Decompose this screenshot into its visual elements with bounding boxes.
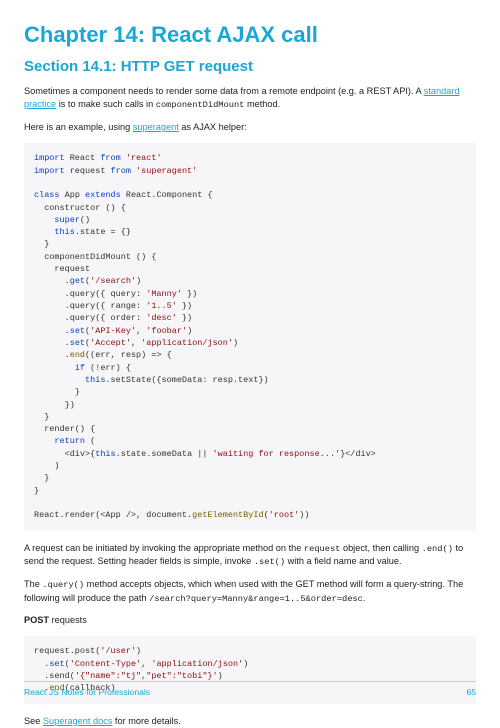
code-inline: request	[304, 544, 341, 554]
paragraph-request: A request can be initiated by invoking t…	[24, 542, 476, 569]
link-superagent-docs[interactable]: Superagent docs	[43, 716, 112, 726]
intro-paragraph-1: Sometimes a component needs to render so…	[24, 85, 476, 112]
section-title: Section 14.1: HTTP GET request	[24, 58, 476, 75]
code-inline: /search?query=Manny&range=1..5&order=des…	[149, 594, 363, 604]
text-bold: POST	[24, 615, 49, 625]
text: with a field name and value.	[285, 556, 401, 566]
text: Here is an example, using	[24, 122, 133, 132]
code-inline: .end()	[422, 544, 453, 554]
code-inline: componentDidMount	[156, 100, 245, 110]
text: .	[363, 593, 366, 603]
post-heading: POST requests	[24, 614, 476, 627]
text: A request can be initiated by invoking t…	[24, 543, 304, 553]
intro-paragraph-2: Here is an example, using superagent as …	[24, 121, 476, 134]
footer: React JS Notes for Professionals 65	[24, 681, 476, 697]
paragraph-query: The .query() method accepts objects, whi…	[24, 578, 476, 605]
link-superagent[interactable]: superagent	[133, 122, 179, 132]
text: as AJAX helper:	[179, 122, 247, 132]
text: See	[24, 716, 43, 726]
paragraph-see-docs: See Superagent docs for more details.	[24, 715, 476, 728]
text: requests	[49, 615, 87, 625]
code-block-main: import React from 'react' import request…	[24, 143, 476, 530]
text: Sometimes a component needs to render so…	[24, 86, 424, 96]
footer-title: React JS Notes for Professionals	[24, 687, 150, 697]
code-inline: .query()	[42, 580, 84, 590]
code-inline: .set()	[254, 557, 285, 567]
chapter-title: Chapter 14: React AJAX call	[24, 22, 476, 48]
page-number: 65	[466, 687, 476, 697]
text: for more details.	[112, 716, 180, 726]
text: The	[24, 579, 42, 589]
text: object, then calling	[340, 543, 421, 553]
text: method.	[244, 99, 280, 109]
text: is to make such calls in	[56, 99, 156, 109]
